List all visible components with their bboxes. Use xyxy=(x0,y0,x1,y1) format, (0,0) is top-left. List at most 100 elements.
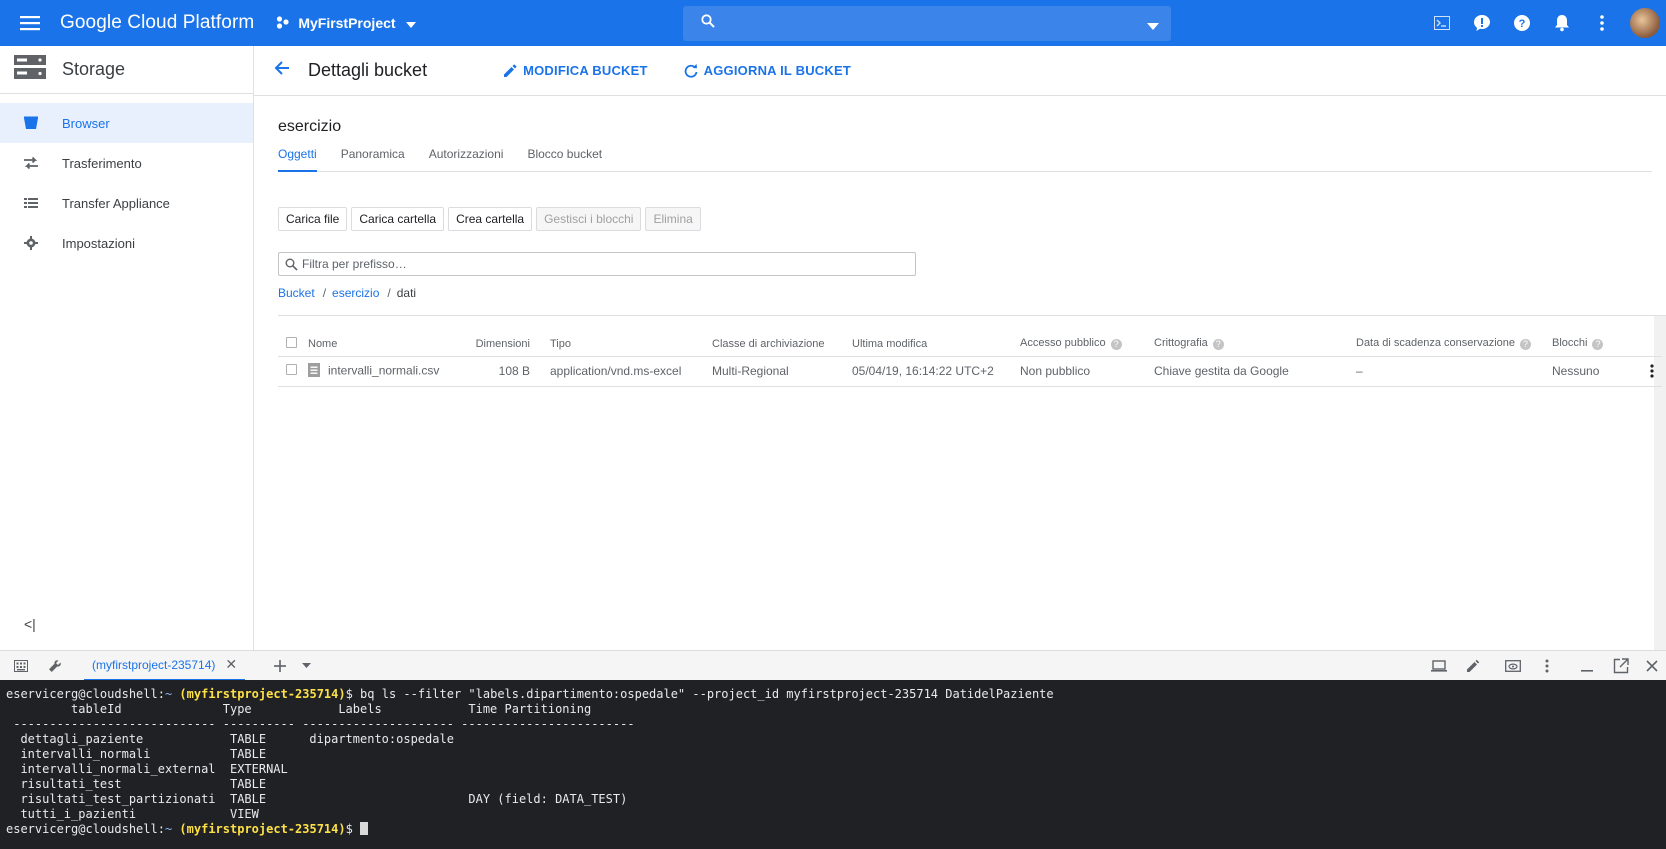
back-arrow-icon[interactable] xyxy=(274,60,290,81)
page-title: Dettagli bucket xyxy=(308,60,428,80)
edit-bucket-label: MODIFICA BUCKET xyxy=(523,63,648,78)
delete-button[interactable]: Elimina xyxy=(645,207,701,231)
minimize-icon[interactable] xyxy=(1570,651,1604,681)
row-checkbox[interactable] xyxy=(286,364,297,375)
transfer-icon xyxy=(0,157,62,169)
filter-placeholder: Filtra per prefisso… xyxy=(302,257,407,271)
menu-icon[interactable] xyxy=(0,0,60,46)
wrench-icon[interactable] xyxy=(38,651,72,681)
prompt-end: $ xyxy=(345,687,353,701)
table-row[interactable]: intervalli_normali.csv 108 B application… xyxy=(278,355,1662,387)
file-name[interactable]: intervalli_normali.csv xyxy=(328,363,439,377)
terminal-output-line: tableId Type Labels Time Partitioning xyxy=(6,702,592,716)
sidebar: Storage Browser Trasferimento Transfer A… xyxy=(0,46,254,650)
sidebar-item-label: Browser xyxy=(62,115,110,131)
col-retention[interactable]: Data di scadenza conservazione xyxy=(1356,337,1515,349)
file-holds: Nessuno xyxy=(1552,355,1634,387)
bucket-name: esercizio xyxy=(278,118,342,135)
feedback-icon[interactable] xyxy=(1462,0,1502,46)
terminal-output-line: risultati_test TABLE xyxy=(6,777,267,791)
tab-permissions[interactable]: Autorizzazioni xyxy=(429,144,504,172)
row-select-cell xyxy=(278,355,308,387)
tab-objects[interactable]: Oggetti xyxy=(278,144,317,172)
terminal[interactable]: eservicerg@cloudshell:~ (myfirstproject-… xyxy=(0,680,1666,849)
col-last-modified[interactable]: Ultima modifica xyxy=(852,332,1020,356)
open-new-window-icon[interactable] xyxy=(1604,651,1638,681)
tab-bucket-lock[interactable]: Blocco bucket xyxy=(527,144,602,172)
session-menu-icon[interactable] xyxy=(297,651,315,681)
gear-icon xyxy=(0,236,62,250)
search-input[interactable] xyxy=(683,6,1171,41)
refresh-bucket-label: AGGIORNA IL BUCKET xyxy=(703,63,851,78)
sidebar-item-label: Trasferimento xyxy=(62,155,142,171)
tab-overview[interactable]: Panoramica xyxy=(341,144,405,172)
prompt-project: (myfirstproject-235714) xyxy=(179,822,346,836)
sidebar-title: Storage xyxy=(62,59,126,79)
upload-folder-button[interactable]: Carica cartella xyxy=(351,207,445,231)
col-size[interactable]: Dimensioni xyxy=(458,332,530,356)
terminal-output-line: risultati_test_partizionati TABLE DAY (f… xyxy=(6,792,628,806)
filter-prefix-input[interactable]: Filtra per prefisso… xyxy=(278,252,916,276)
sidebar-item-browser[interactable]: Browser xyxy=(0,103,253,143)
keyboard-icon[interactable] xyxy=(4,651,38,681)
sidebar-header: Storage xyxy=(0,46,253,94)
col-public-access[interactable]: Accesso pubblico xyxy=(1020,337,1106,349)
bucket-tabs: Oggetti Panoramica Autorizzazioni Blocco… xyxy=(278,144,1652,172)
col-storage-class[interactable]: Classe di archiviazione xyxy=(712,332,852,356)
sidebar-item-transfer-appliance[interactable]: Transfer Appliance xyxy=(0,183,253,223)
add-session-icon[interactable] xyxy=(263,651,297,681)
avatar[interactable] xyxy=(1630,8,1660,38)
breadcrumb-bucket-root[interactable]: Bucket xyxy=(278,286,315,300)
refresh-bucket-button[interactable]: AGGIORNA IL BUCKET xyxy=(684,63,851,78)
file-last-modified: 05/04/19, 16:14:22 UTC+2 xyxy=(852,355,1020,387)
page-header: Dettagli bucket MODIFICA BUCKET AGGIORNA… xyxy=(254,46,1666,96)
pencil-icon[interactable] xyxy=(1456,651,1490,681)
more-vert-icon[interactable] xyxy=(1582,0,1622,46)
select-all-checkbox[interactable] xyxy=(286,336,297,348)
notifications-icon[interactable] xyxy=(1542,0,1582,46)
sidebar-item-transfer[interactable]: Trasferimento xyxy=(0,143,253,183)
help-icon[interactable]: ? xyxy=(1502,0,1542,46)
more-vert-icon[interactable] xyxy=(1634,364,1662,378)
col-name[interactable]: Nome xyxy=(308,332,458,356)
search-dropdown-icon[interactable] xyxy=(1147,17,1159,35)
create-folder-button[interactable]: Crea cartella xyxy=(448,207,533,231)
col-holds[interactable]: Blocchi xyxy=(1552,337,1587,349)
manage-holds-button[interactable]: Gestisci i blocchi xyxy=(536,207,642,231)
prompt-user: eservicerg@cloudshell: xyxy=(6,687,165,701)
cloud-shell-icon[interactable] xyxy=(1422,0,1462,46)
storage-icon xyxy=(14,55,46,84)
more-vert-icon[interactable] xyxy=(1530,651,1564,681)
file-retention: – xyxy=(1356,355,1552,387)
file-size: 108 B xyxy=(458,355,530,387)
collapse-sidebar-button[interactable]: <| xyxy=(24,616,36,632)
close-tab-icon[interactable]: ✕ xyxy=(225,656,237,673)
help-icon[interactable]: ? xyxy=(1110,339,1122,351)
pencil-icon xyxy=(504,64,517,77)
shell-session-tab[interactable]: (myfirstproject-235714) ✕ xyxy=(84,651,246,681)
project-selector[interactable]: MyFirstProject xyxy=(276,15,416,32)
web-preview-icon[interactable] xyxy=(1496,651,1530,681)
col-type[interactable]: Tipo xyxy=(550,332,712,356)
refresh-icon xyxy=(684,63,698,78)
close-icon[interactable] xyxy=(1638,651,1666,681)
sidebar-item-label: Impostazioni xyxy=(62,235,135,251)
bucket-icon xyxy=(0,116,62,130)
upload-files-button[interactable]: Carica file xyxy=(278,207,348,231)
file-name-cell[interactable]: intervalli_normali.csv xyxy=(308,355,458,387)
svg-text:?: ? xyxy=(1519,18,1526,30)
col-encryption-header: Crittografia? xyxy=(1154,332,1356,356)
terminal-output-line: tutti_i_pazienti VIEW xyxy=(6,807,259,821)
help-icon[interactable]: ? xyxy=(1519,339,1531,351)
col-encryption[interactable]: Crittografia xyxy=(1154,337,1208,349)
sidebar-item-settings[interactable]: Impostazioni xyxy=(0,223,253,263)
edit-bucket-button[interactable]: MODIFICA BUCKET xyxy=(503,63,648,78)
breadcrumb-bucket[interactable]: esercizio xyxy=(332,286,379,300)
terminal-output-line: ---------------------------- ---------- … xyxy=(6,717,635,731)
help-icon[interactable]: ? xyxy=(1592,339,1604,351)
laptop-icon[interactable] xyxy=(1422,651,1456,681)
file-public-access: Non pubblico xyxy=(1020,355,1154,387)
select-all-cell xyxy=(278,332,308,356)
help-icon[interactable]: ? xyxy=(1212,339,1224,351)
brand-title[interactable]: Google Cloud Platform xyxy=(60,12,254,34)
